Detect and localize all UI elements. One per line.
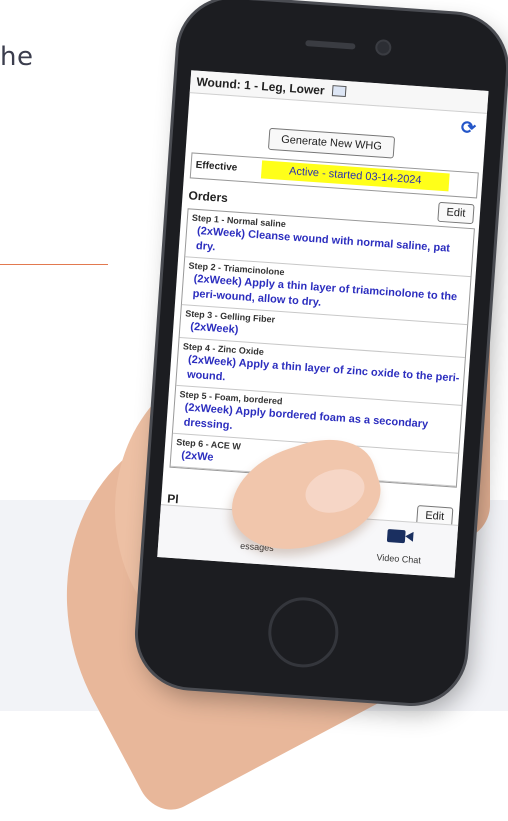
orders-label: Orders [188,188,229,206]
phone-speaker [305,40,356,50]
refresh-icon[interactable]: ⟳ [460,117,476,139]
effective-label: Effective [195,159,238,174]
home-button[interactable] [265,595,341,670]
page-heading-fragment: he [0,42,34,72]
phone-device: Wound: 1 - Leg, Lower ⟳ Generate New WHG… [134,0,508,707]
wound-header-label: Wound: 1 - Leg, Lower [195,74,326,98]
wound-header: Wound: 1 - Leg, Lower [189,70,489,114]
generate-new-whg-button[interactable]: Generate New WHG [267,127,396,159]
image-icon[interactable] [331,85,347,98]
tab-video-chat-label: Video Chat [376,552,422,566]
tab-video-chat[interactable]: Video Chat [363,527,435,566]
orders-edit-button[interactable]: Edit [437,201,475,225]
effective-status: Active - started 03-14-2024 [260,160,450,192]
effective-row: Effective Active - started 03-14-2024 [189,152,479,199]
phone-camera [376,41,390,54]
page-divider [0,264,108,265]
video-camera-icon [386,529,406,544]
